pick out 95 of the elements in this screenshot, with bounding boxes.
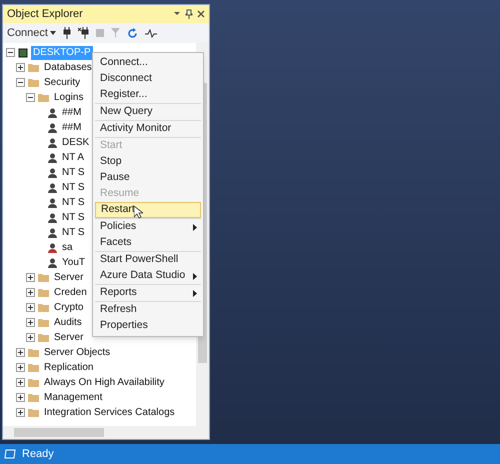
tree-item[interactable]: Creden	[52, 286, 89, 300]
tree-item[interactable]: Databases	[42, 60, 94, 74]
pin-icon[interactable]	[185, 9, 193, 19]
folder-icon	[38, 273, 49, 282]
tree-item[interactable]: ##M	[60, 120, 84, 134]
expand-icon[interactable]	[26, 333, 35, 342]
window-icon	[4, 449, 16, 459]
tree-item[interactable]: Server	[52, 330, 86, 344]
tree-item[interactable]: Logins	[52, 90, 86, 104]
menu-item[interactable]: Refresh	[95, 302, 201, 318]
server-icon	[18, 48, 28, 58]
panel-title: Object Explorer	[7, 6, 84, 22]
user-icon	[48, 152, 57, 162]
folder-icon	[28, 63, 39, 72]
tree-item[interactable]: NT S	[60, 166, 87, 180]
tree-item[interactable]: NT S	[60, 196, 87, 210]
connect-button[interactable]: Connect	[7, 24, 48, 42]
expand-icon[interactable]	[16, 408, 25, 417]
expand-icon[interactable]	[16, 363, 25, 372]
activity-icon[interactable]	[144, 28, 157, 38]
menu-item[interactable]: Reports	[95, 285, 201, 301]
folder-icon	[28, 78, 39, 87]
tree-item[interactable]: NT S	[60, 226, 87, 240]
tree-item[interactable]: Management	[42, 390, 104, 404]
user-icon	[48, 182, 57, 192]
expand-icon[interactable]	[16, 63, 25, 72]
tree-item[interactable]: Integration Services Catalogs	[42, 406, 177, 420]
status-text: Ready	[22, 446, 54, 462]
expand-icon[interactable]	[16, 393, 25, 402]
user-icon	[48, 138, 57, 148]
folder-icon	[28, 348, 39, 357]
folder-icon	[28, 363, 39, 372]
tree-item[interactable]: Security	[42, 76, 82, 90]
user-icon	[48, 258, 57, 268]
tree-item[interactable]: NT S	[60, 180, 87, 194]
refresh-icon[interactable]	[126, 28, 138, 38]
tree-item[interactable]: sa	[60, 240, 75, 254]
tree-item[interactable]: Crypto	[52, 300, 86, 314]
expand-icon[interactable]	[26, 318, 35, 327]
horizontal-scrollbar[interactable]	[3, 426, 209, 439]
folder-icon	[28, 378, 39, 387]
folder-icon	[38, 93, 49, 102]
submenu-arrow-icon	[193, 290, 197, 296]
folder-icon	[38, 303, 49, 312]
tree-item[interactable]: Replication	[42, 360, 96, 374]
folder-icon	[38, 318, 49, 327]
menu-item[interactable]: New Query	[95, 104, 201, 120]
expand-icon[interactable]	[26, 303, 35, 312]
menu-item[interactable]: Stop	[95, 154, 201, 170]
user-icon	[48, 212, 57, 222]
menu-item[interactable]: Restart	[95, 202, 201, 218]
plug-icon[interactable]	[62, 27, 71, 39]
tree-item[interactable]: Always On High Availability	[42, 376, 166, 390]
menu-item[interactable]: Disconnect	[95, 71, 201, 87]
tree-item[interactable]: YouT	[60, 256, 87, 270]
menu-item[interactable]: Properties	[95, 318, 201, 334]
menu-item[interactable]: Policies	[95, 219, 201, 235]
tree-item[interactable]: Server	[52, 270, 86, 284]
user-icon	[48, 168, 57, 178]
tree-item[interactable]: DESK	[60, 136, 92, 150]
submenu-arrow-icon	[193, 272, 197, 280]
folder-icon	[38, 333, 49, 342]
folder-icon	[38, 288, 49, 297]
dropdown-icon[interactable]	[173, 11, 181, 17]
menu-item[interactable]: Azure Data Studio	[95, 268, 201, 284]
user-icon	[48, 228, 57, 238]
expand-icon[interactable]	[26, 288, 35, 297]
mouse-cursor-icon	[134, 206, 143, 219]
tree-item[interactable]: ##M	[60, 106, 84, 120]
user-icon	[48, 122, 57, 132]
user-icon	[48, 242, 57, 252]
collapse-icon[interactable]	[26, 93, 35, 102]
folder-icon	[28, 408, 39, 417]
unplug-icon[interactable]	[78, 27, 89, 39]
tree-item[interactable]: Server Objects	[42, 346, 112, 360]
user-icon	[48, 198, 57, 208]
tree-item[interactable]: Audits	[52, 316, 84, 330]
menu-item[interactable]: Activity Monitor	[95, 121, 201, 137]
expand-icon[interactable]	[16, 348, 25, 357]
menu-item[interactable]: Facets	[95, 235, 201, 251]
expand-icon[interactable]	[16, 378, 25, 387]
menu-item[interactable]: Pause	[95, 170, 201, 186]
menu-item[interactable]: Start PowerShell	[95, 252, 201, 268]
collapse-icon[interactable]	[16, 78, 25, 87]
tree-item[interactable]: NT A	[60, 150, 86, 164]
tree-item[interactable]: NT S	[60, 210, 87, 224]
user-icon	[48, 108, 57, 118]
folder-icon	[28, 393, 39, 402]
close-icon[interactable]	[197, 10, 205, 18]
menu-item[interactable]: Register...	[95, 87, 201, 103]
menu-item[interactable]: Connect...	[95, 55, 201, 71]
expand-icon[interactable]	[26, 273, 35, 282]
collapse-icon[interactable]	[6, 48, 15, 57]
caret-icon[interactable]	[50, 31, 56, 35]
submenu-arrow-icon	[193, 224, 197, 230]
